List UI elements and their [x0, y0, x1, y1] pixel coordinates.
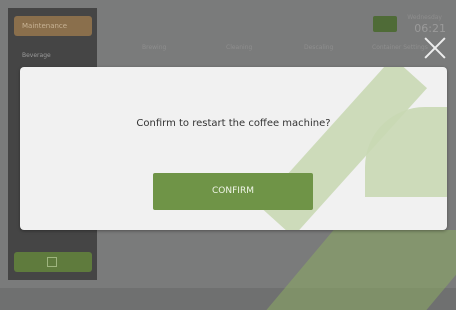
tab-descaling[interactable]: Descaling — [304, 44, 333, 51]
tab-brewing[interactable]: Brewing — [142, 44, 166, 51]
sidebar-item-beverage[interactable]: Beverage — [22, 52, 51, 59]
confirm-button[interactable]: CONFIRM — [153, 173, 313, 210]
tab-cleaning[interactable]: Cleaning — [226, 44, 252, 51]
home-button[interactable] — [14, 252, 92, 272]
clock-time: 06:21 — [414, 22, 446, 35]
dialog-message: Confirm to restart the coffee machine? — [136, 118, 331, 129]
status-button[interactable] — [373, 16, 397, 32]
close-icon[interactable] — [423, 36, 447, 60]
maintenance-button[interactable]: Maintenance — [14, 16, 92, 36]
tab-container-settings[interactable]: Container Settings — [372, 44, 428, 51]
home-icon — [47, 257, 57, 267]
watermark-shape — [266, 230, 456, 310]
confirm-dialog: Confirm to restart the coffee machine? C… — [20, 67, 447, 230]
clock-day: Wednesday — [407, 14, 442, 21]
